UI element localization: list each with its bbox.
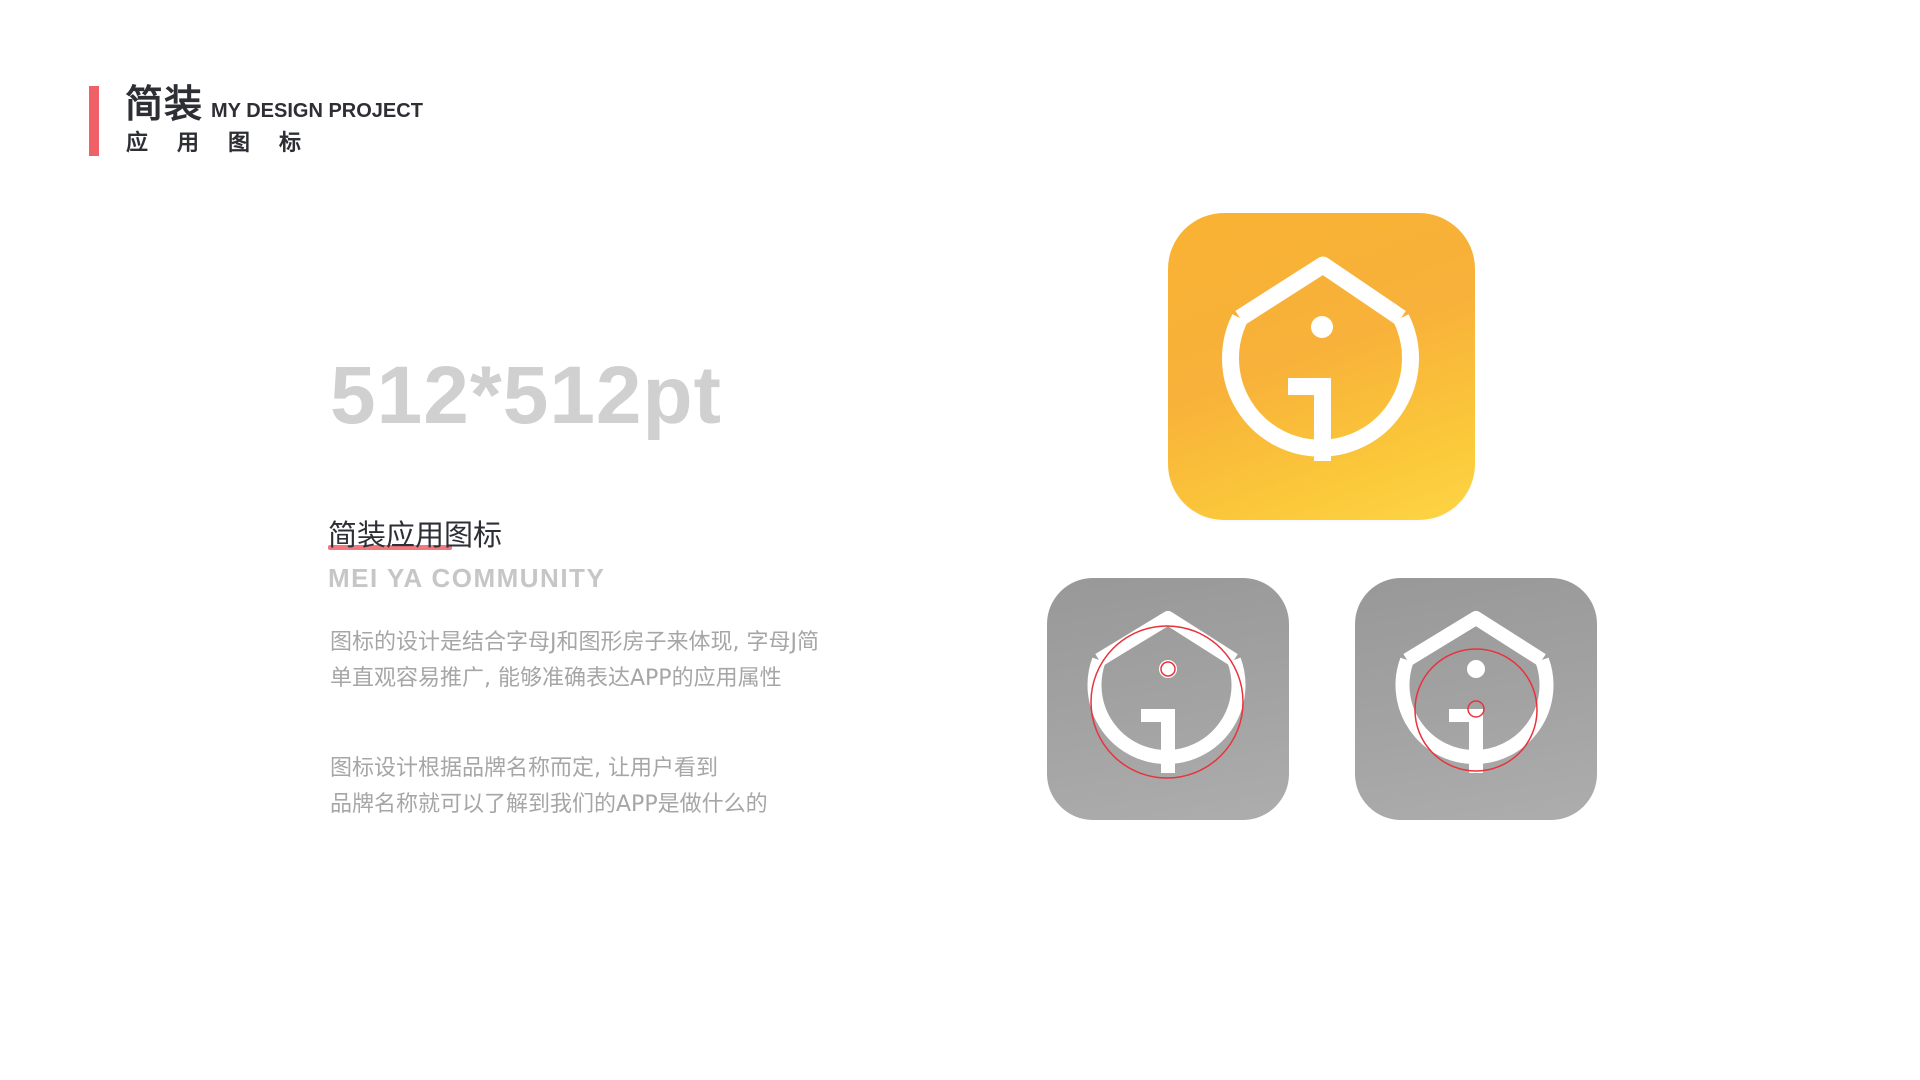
house-j-icon [1395,611,1554,773]
app-icon-construction-inner-circle [1355,578,1597,820]
header-accent-bar [89,86,99,156]
header-subtitle-char: 标 [278,131,301,156]
app-icon-color [1168,213,1475,520]
header-subtitle-char: 应 [125,131,151,157]
app-icon-construction-circle [1047,578,1289,820]
app-name-heading: 简装应用图标 [328,518,503,552]
slide-page: 简装 MY DESIGN PROJECT 应 用 图 标 512*512pt 简… [0,0,1920,1080]
header-subtitle-char: 图 [227,131,253,157]
description-line: 图标的设计是结合字母J和图形房子来体现, 字母J简 [330,630,819,655]
description-line: 图标设计根据品牌名称而定, 让用户看到 [330,756,718,781]
description-line: 单直观容易推广, 能够准确表达APP的应用属性 [330,666,782,691]
description-line: 品牌名称就可以了解到我们的APP是做什么的 [330,792,768,817]
header-title-cn: 简装 [125,82,204,126]
house-j-icon [1222,256,1419,461]
header-title: 简装 MY DESIGN PROJECT [125,78,423,126]
icon-size-label: 512*512pt [330,350,722,441]
header-subtitle-char: 用 [176,131,199,156]
header-subtitle: 应 用 图 标 [125,131,302,157]
header-title-en: MY DESIGN PROJECT [211,100,423,122]
app-name-english: MEI YA COMMUNITY [328,563,606,593]
description-paragraph-2: 图标设计根据品牌名称而定, 让用户看到 品牌名称就可以了解到我们的APP是做什么… [330,751,768,823]
house-j-icon [1087,611,1246,779]
description-paragraph-1: 图标的设计是结合字母J和图形房子来体现, 字母J简 单直观容易推广, 能够准确表… [330,625,819,697]
